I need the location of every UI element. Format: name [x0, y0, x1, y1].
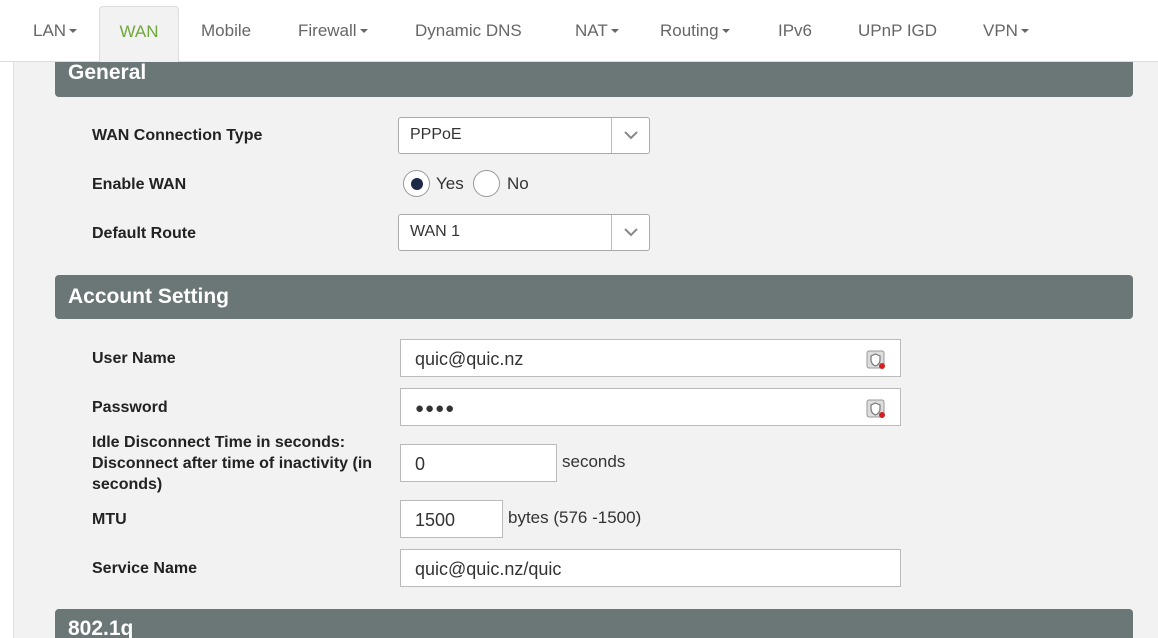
- tab-label: Routing: [660, 21, 719, 40]
- section-header-general: General: [55, 62, 1133, 97]
- input-value: 0: [415, 454, 426, 474]
- enable-wan-yes-radio[interactable]: [403, 170, 430, 197]
- idle-disconnect-input[interactable]: 0: [400, 444, 557, 482]
- caret-down-icon: [610, 28, 619, 33]
- mtu-input[interactable]: 1500: [400, 500, 503, 538]
- chevron-down-icon: [611, 118, 649, 153]
- idle-disconnect-label: Idle Disconnect Time in seconds: Disconn…: [92, 432, 372, 495]
- input-value: 1500: [415, 510, 456, 530]
- input-value: quic@quic.nz: [415, 349, 524, 369]
- section-header-802-1q: 802.1q: [55, 609, 1133, 638]
- tab-wan[interactable]: WAN: [99, 6, 179, 63]
- mtu-label: MTU: [92, 511, 127, 528]
- tab-label: LAN: [33, 21, 67, 40]
- top-nav-tabs: LAN WAN Mobile Firewall Dynamic DNS NAT …: [0, 0, 1158, 63]
- tab-lan[interactable]: LAN: [33, 6, 78, 62]
- tab-label: NAT: [575, 21, 608, 40]
- tab-routing[interactable]: Routing: [660, 6, 730, 62]
- caret-down-icon: [359, 28, 368, 33]
- enable-wan-no-label: No: [507, 174, 529, 193]
- tab-upnp-igd[interactable]: UPnP IGD: [858, 6, 937, 62]
- input-value: quic@quic.nz/quic: [415, 559, 562, 579]
- input-value: ●●●●: [415, 400, 456, 417]
- idle-label-line-3: seconds): [92, 476, 163, 493]
- enable-wan-no-radio[interactable]: [473, 170, 500, 197]
- user-name-label: User Name: [92, 350, 176, 367]
- password-manager-shield-icon[interactable]: [866, 350, 886, 375]
- tab-label: WAN: [119, 22, 159, 41]
- chevron-down-icon: [611, 215, 649, 250]
- default-route-label: Default Route: [92, 225, 196, 242]
- tab-ipv6[interactable]: IPv6: [778, 6, 812, 62]
- tab-dynamic-dns[interactable]: Dynamic DNS: [415, 6, 522, 62]
- idle-label-line-1: Idle Disconnect Time in seconds:: [92, 434, 346, 451]
- default-route-select[interactable]: WAN 1: [398, 214, 650, 251]
- enable-wan-yes-label: Yes: [436, 174, 464, 193]
- select-value: PPPoE: [410, 126, 462, 143]
- tab-label: VPN: [983, 21, 1018, 40]
- wan-connection-type-label: WAN Connection Type: [92, 127, 263, 144]
- tab-label: Mobile: [201, 21, 252, 40]
- service-name-input[interactable]: quic@quic.nz/quic: [400, 549, 901, 587]
- idle-label-line-2: Disconnect after time of inactivity (in: [92, 455, 373, 472]
- section-header-account-setting: Account Setting: [55, 275, 1133, 319]
- user-name-input[interactable]: quic@quic.nz: [400, 339, 901, 377]
- select-value: WAN 1: [410, 223, 461, 240]
- tab-label: IPv6: [778, 21, 813, 40]
- caret-down-icon: [1020, 28, 1029, 33]
- tab-vpn[interactable]: VPN: [983, 6, 1029, 62]
- password-input[interactable]: ●●●●: [400, 388, 901, 426]
- tab-nat[interactable]: NAT: [575, 6, 619, 62]
- tab-mobile[interactable]: Mobile: [201, 6, 251, 62]
- service-name-label: Service Name: [92, 560, 197, 577]
- password-label: Password: [92, 399, 168, 416]
- mtu-range-label: bytes (576 -1500): [508, 508, 642, 527]
- caret-down-icon: [721, 28, 730, 33]
- wan-connection-type-select[interactable]: PPPoE: [398, 117, 650, 154]
- password-manager-shield-icon[interactable]: [866, 399, 886, 424]
- enable-wan-label: Enable WAN: [92, 176, 187, 193]
- tab-firewall[interactable]: Firewall: [298, 6, 368, 62]
- tab-label: Dynamic DNS: [415, 21, 522, 40]
- caret-down-icon: [69, 28, 78, 33]
- idle-units-label: seconds: [562, 452, 626, 471]
- tab-label: Firewall: [298, 21, 357, 40]
- tab-label: UPnP IGD: [858, 21, 938, 40]
